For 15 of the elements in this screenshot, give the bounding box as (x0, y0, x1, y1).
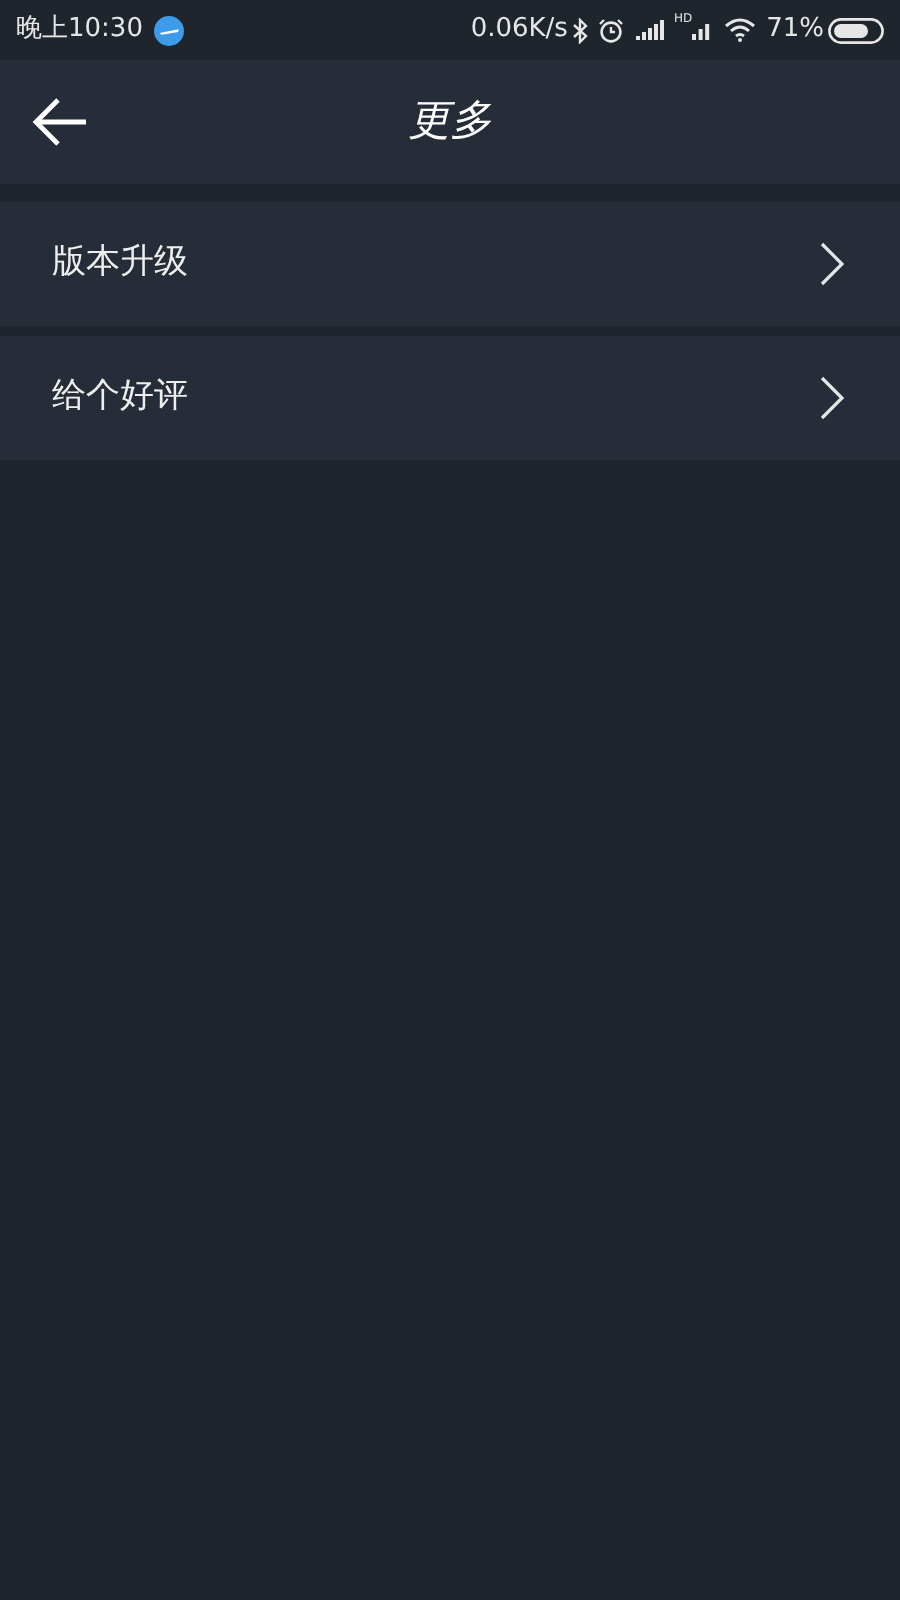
signal-icon (692, 19, 713, 41)
page-title: 更多 (408, 94, 492, 149)
back-arrow-icon (32, 96, 88, 148)
wifi-icon (724, 18, 757, 42)
battery-percent: 71% (766, 12, 824, 49)
network-speed: 0.06K/s (470, 12, 568, 49)
chevron-right-icon (820, 376, 844, 420)
alarm-icon (597, 17, 624, 43)
bluetooth-icon (571, 17, 588, 43)
battery-icon (828, 17, 884, 43)
chevron-right-icon (820, 242, 844, 286)
menu-item[interactable]: 版本升级 (0, 202, 900, 326)
menu-item[interactable]: 给个好评 (0, 336, 900, 460)
status-time: 晚上10:30 (16, 12, 143, 49)
signal-icon (635, 19, 664, 41)
